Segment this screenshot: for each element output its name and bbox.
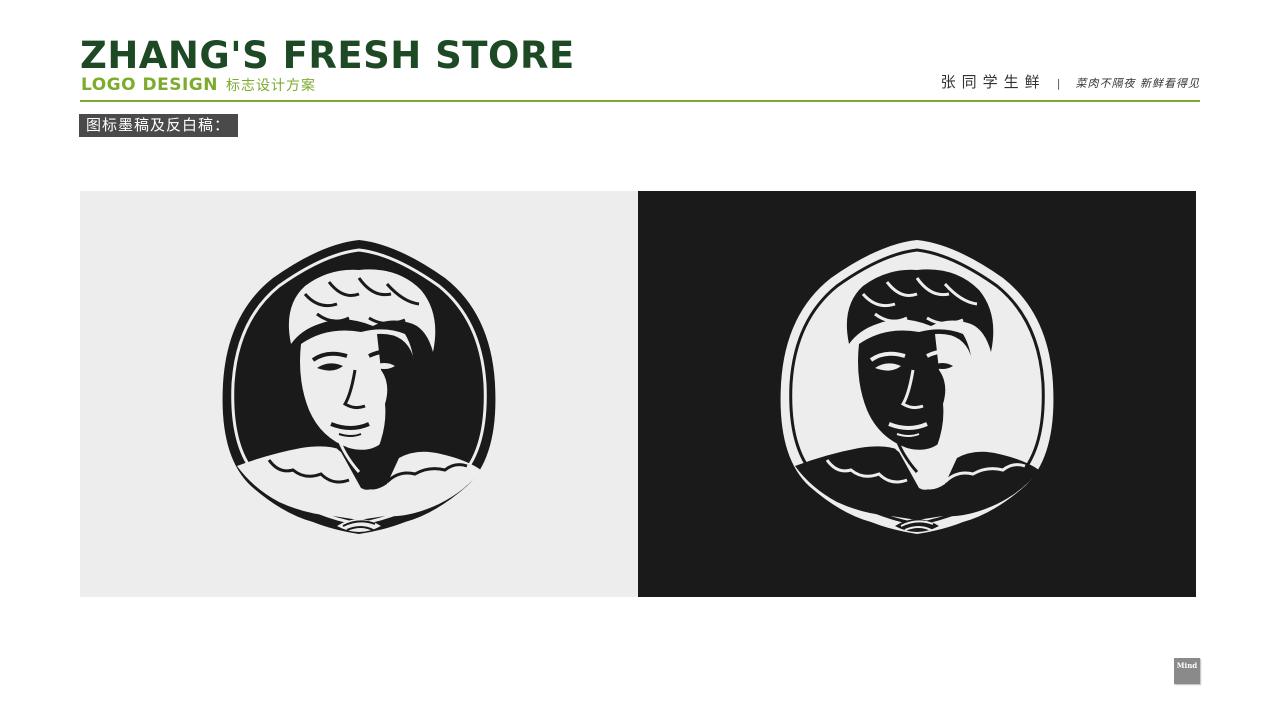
badge-text: Mind — [1176, 661, 1198, 670]
portrait-logo-reverse — [780, 240, 1054, 534]
brand-tagline: 张同学生鲜 | 菜肉不隔夜 新鲜看得见 — [941, 72, 1200, 94]
ink-draft-panel — [80, 191, 638, 597]
subtitle-english: LOGO DESIGN — [81, 75, 218, 95]
subtitle-row: LOGO DESIGN 标志设计方案 — [81, 75, 316, 96]
reverse-white-draft-panel — [638, 191, 1196, 597]
brand-separator: | — [1056, 77, 1061, 90]
brand-slogan: 菜肉不隔夜 新鲜看得见 — [1075, 77, 1200, 90]
portrait-logo-ink — [222, 240, 496, 534]
subtitle-chinese: 标志设计方案 — [225, 78, 316, 94]
header-divider — [80, 100, 1200, 102]
mind-badge-icon: Mind — [1174, 658, 1200, 684]
brand-name: 张同学生鲜 — [940, 73, 1046, 91]
page-title: ZHANG'S FRESH STORE — [80, 34, 575, 77]
section-label: 图标墨稿及反白稿： — [79, 114, 239, 137]
